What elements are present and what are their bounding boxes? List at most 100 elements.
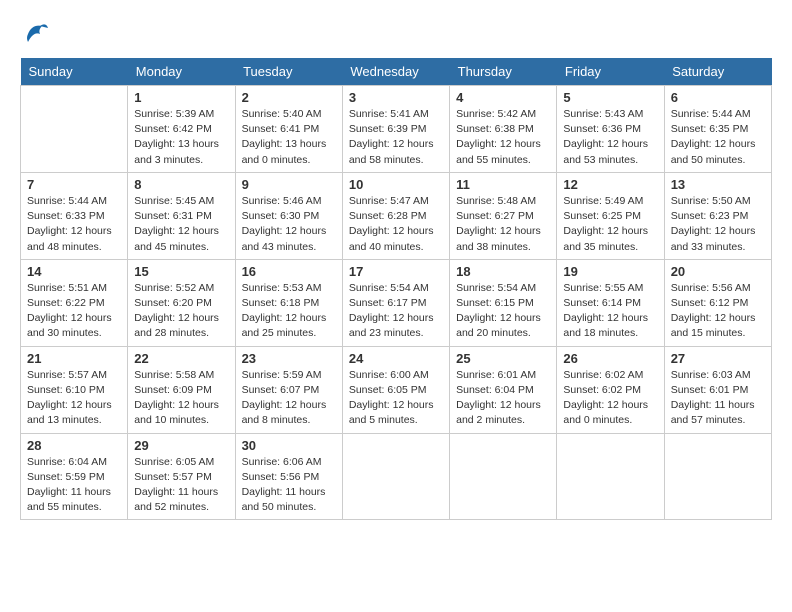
day-cell-15: 15Sunrise: 5:52 AMSunset: 6:20 PMDayligh…	[128, 259, 235, 346]
day-info: Sunrise: 6:01 AMSunset: 6:04 PMDaylight:…	[456, 368, 550, 429]
day-cell-21: 21Sunrise: 5:57 AMSunset: 6:10 PMDayligh…	[21, 346, 128, 433]
day-info: Sunrise: 5:57 AMSunset: 6:10 PMDaylight:…	[27, 368, 121, 429]
day-info: Sunrise: 5:46 AMSunset: 6:30 PMDaylight:…	[242, 194, 336, 255]
day-info: Sunrise: 5:42 AMSunset: 6:38 PMDaylight:…	[456, 107, 550, 168]
day-info: Sunrise: 6:02 AMSunset: 6:02 PMDaylight:…	[563, 368, 657, 429]
weekday-header-saturday: Saturday	[664, 58, 771, 86]
empty-cell	[664, 433, 771, 520]
day-number: 13	[671, 177, 765, 192]
day-number: 22	[134, 351, 228, 366]
day-cell-5: 5 Sunrise: 5:43 AMSunset: 6:36 PMDaylight…	[557, 86, 664, 173]
page-header	[20, 20, 772, 48]
logo	[20, 20, 54, 48]
day-cell-19: 19 Sunrise: 5:55 AMSunset: 6:14 PMDayligh…	[557, 259, 664, 346]
day-cell-17: 17 Sunrise: 5:54 AMSunset: 6:17 PMDayligh…	[342, 259, 449, 346]
day-info: Sunrise: 6:04 AMSunset: 5:59 PMDaylight:…	[27, 455, 121, 516]
calendar-week-5: 28 Sunrise: 6:04 AMSunset: 5:59 PMDayligh…	[21, 433, 772, 520]
day-number: 18	[456, 264, 550, 279]
day-info: Sunrise: 5:53 AMSunset: 6:18 PMDaylight:…	[242, 281, 336, 342]
day-cell-22: 22 Sunrise: 5:58 AMSunset: 6:09 PMDayligh…	[128, 346, 235, 433]
day-number: 1	[134, 90, 228, 105]
empty-cell	[342, 433, 449, 520]
day-info: Sunrise: 6:05 AMSunset: 5:57 PMDaylight:…	[134, 455, 228, 516]
day-cell-25: 25 Sunrise: 6:01 AMSunset: 6:04 PMDayligh…	[450, 346, 557, 433]
day-info: Sunrise: 6:03 AMSunset: 6:01 PMDaylight:…	[671, 368, 765, 429]
day-number: 24	[349, 351, 443, 366]
day-cell-3: 3 Sunrise: 5:41 AMSunset: 6:39 PMDaylight…	[342, 86, 449, 173]
day-info: Sunrise: 5:55 AMSunset: 6:14 PMDaylight:…	[563, 281, 657, 342]
day-info: Sunrise: 5:43 AMSunset: 6:36 PMDaylight:…	[563, 107, 657, 168]
empty-cell	[450, 433, 557, 520]
empty-cell	[21, 86, 128, 173]
day-info: Sunrise: 5:47 AMSunset: 6:28 PMDaylight:…	[349, 194, 443, 255]
calendar-week-2: 7 Sunrise: 5:44 AMSunset: 6:33 PMDaylight…	[21, 172, 772, 259]
day-number: 23	[242, 351, 336, 366]
day-cell-4: 4 Sunrise: 5:42 AMSunset: 6:38 PMDaylight…	[450, 86, 557, 173]
day-info: Sunrise: 5:52 AMSunset: 6:20 PMDaylight:…	[134, 281, 228, 342]
day-cell-20: 20 Sunrise: 5:56 AMSunset: 6:12 PMDayligh…	[664, 259, 771, 346]
weekday-header-tuesday: Tuesday	[235, 58, 342, 86]
day-info: Sunrise: 5:40 AMSunset: 6:41 PMDaylight:…	[242, 107, 336, 168]
day-cell-13: 13 Sunrise: 5:50 AMSunset: 6:23 PMDayligh…	[664, 172, 771, 259]
day-number: 2	[242, 90, 336, 105]
day-info: Sunrise: 6:06 AMSunset: 5:56 PMDaylight:…	[242, 455, 336, 516]
day-info: Sunrise: 5:48 AMSunset: 6:27 PMDaylight:…	[456, 194, 550, 255]
day-info: Sunrise: 5:51 AMSunset: 6:22 PMDaylight:…	[27, 281, 121, 342]
day-info: Sunrise: 5:54 AMSunset: 6:15 PMDaylight:…	[456, 281, 550, 342]
day-cell-27: 27 Sunrise: 6:03 AMSunset: 6:01 PMDayligh…	[664, 346, 771, 433]
day-cell-6: 6 Sunrise: 5:44 AMSunset: 6:35 PMDaylight…	[664, 86, 771, 173]
empty-cell	[557, 433, 664, 520]
day-info: Sunrise: 5:58 AMSunset: 6:09 PMDaylight:…	[134, 368, 228, 429]
day-cell-10: 10Sunrise: 5:47 AMSunset: 6:28 PMDayligh…	[342, 172, 449, 259]
day-info: Sunrise: 5:44 AMSunset: 6:35 PMDaylight:…	[671, 107, 765, 168]
day-number: 29	[134, 438, 228, 453]
day-info: Sunrise: 5:45 AMSunset: 6:31 PMDaylight:…	[134, 194, 228, 255]
day-info: Sunrise: 5:56 AMSunset: 6:12 PMDaylight:…	[671, 281, 765, 342]
day-number: 19	[563, 264, 657, 279]
day-cell-12: 12Sunrise: 5:49 AMSunset: 6:25 PMDayligh…	[557, 172, 664, 259]
day-number: 17	[349, 264, 443, 279]
day-info: Sunrise: 6:00 AMSunset: 6:05 PMDaylight:…	[349, 368, 443, 429]
day-cell-8: 8 Sunrise: 5:45 AMSunset: 6:31 PMDaylight…	[128, 172, 235, 259]
day-number: 7	[27, 177, 121, 192]
day-info: Sunrise: 5:44 AMSunset: 6:33 PMDaylight:…	[27, 194, 121, 255]
day-number: 27	[671, 351, 765, 366]
day-cell-14: 14Sunrise: 5:51 AMSunset: 6:22 PMDayligh…	[21, 259, 128, 346]
day-number: 6	[671, 90, 765, 105]
day-number: 28	[27, 438, 121, 453]
day-number: 3	[349, 90, 443, 105]
day-cell-23: 23 Sunrise: 5:59 AMSunset: 6:07 PMDayligh…	[235, 346, 342, 433]
day-info: Sunrise: 5:50 AMSunset: 6:23 PMDaylight:…	[671, 194, 765, 255]
calendar-week-4: 21Sunrise: 5:57 AMSunset: 6:10 PMDayligh…	[21, 346, 772, 433]
weekday-header-wednesday: Wednesday	[342, 58, 449, 86]
day-cell-28: 28 Sunrise: 6:04 AMSunset: 5:59 PMDayligh…	[21, 433, 128, 520]
day-cell-2: 2 Sunrise: 5:40 AMSunset: 6:41 PMDaylight…	[235, 86, 342, 173]
day-number: 25	[456, 351, 550, 366]
day-number: 8	[134, 177, 228, 192]
weekday-header-friday: Friday	[557, 58, 664, 86]
day-info: Sunrise: 5:59 AMSunset: 6:07 PMDaylight:…	[242, 368, 336, 429]
day-info: Sunrise: 5:41 AMSunset: 6:39 PMDaylight:…	[349, 107, 443, 168]
weekday-header-sunday: Sunday	[21, 58, 128, 86]
day-number: 4	[456, 90, 550, 105]
day-cell-1: 1Sunrise: 5:39 AMSunset: 6:42 PMDaylight…	[128, 86, 235, 173]
day-cell-26: 26 Sunrise: 6:02 AMSunset: 6:02 PMDayligh…	[557, 346, 664, 433]
day-number: 16	[242, 264, 336, 279]
day-number: 12	[563, 177, 657, 192]
day-number: 9	[242, 177, 336, 192]
calendar-table: SundayMondayTuesdayWednesdayThursdayFrid…	[20, 58, 772, 520]
day-cell-16: 16 Sunrise: 5:53 AMSunset: 6:18 PMDayligh…	[235, 259, 342, 346]
day-number: 11	[456, 177, 550, 192]
day-number: 5	[563, 90, 657, 105]
weekday-header-monday: Monday	[128, 58, 235, 86]
day-cell-24: 24 Sunrise: 6:00 AMSunset: 6:05 PMDayligh…	[342, 346, 449, 433]
calendar-week-3: 14Sunrise: 5:51 AMSunset: 6:22 PMDayligh…	[21, 259, 772, 346]
day-number: 30	[242, 438, 336, 453]
calendar-week-1: 1Sunrise: 5:39 AMSunset: 6:42 PMDaylight…	[21, 86, 772, 173]
day-info: Sunrise: 5:54 AMSunset: 6:17 PMDaylight:…	[349, 281, 443, 342]
day-cell-7: 7 Sunrise: 5:44 AMSunset: 6:33 PMDaylight…	[21, 172, 128, 259]
day-number: 26	[563, 351, 657, 366]
day-cell-11: 11 Sunrise: 5:48 AMSunset: 6:27 PMDayligh…	[450, 172, 557, 259]
day-cell-30: 30 Sunrise: 6:06 AMSunset: 5:56 PMDayligh…	[235, 433, 342, 520]
day-number: 20	[671, 264, 765, 279]
